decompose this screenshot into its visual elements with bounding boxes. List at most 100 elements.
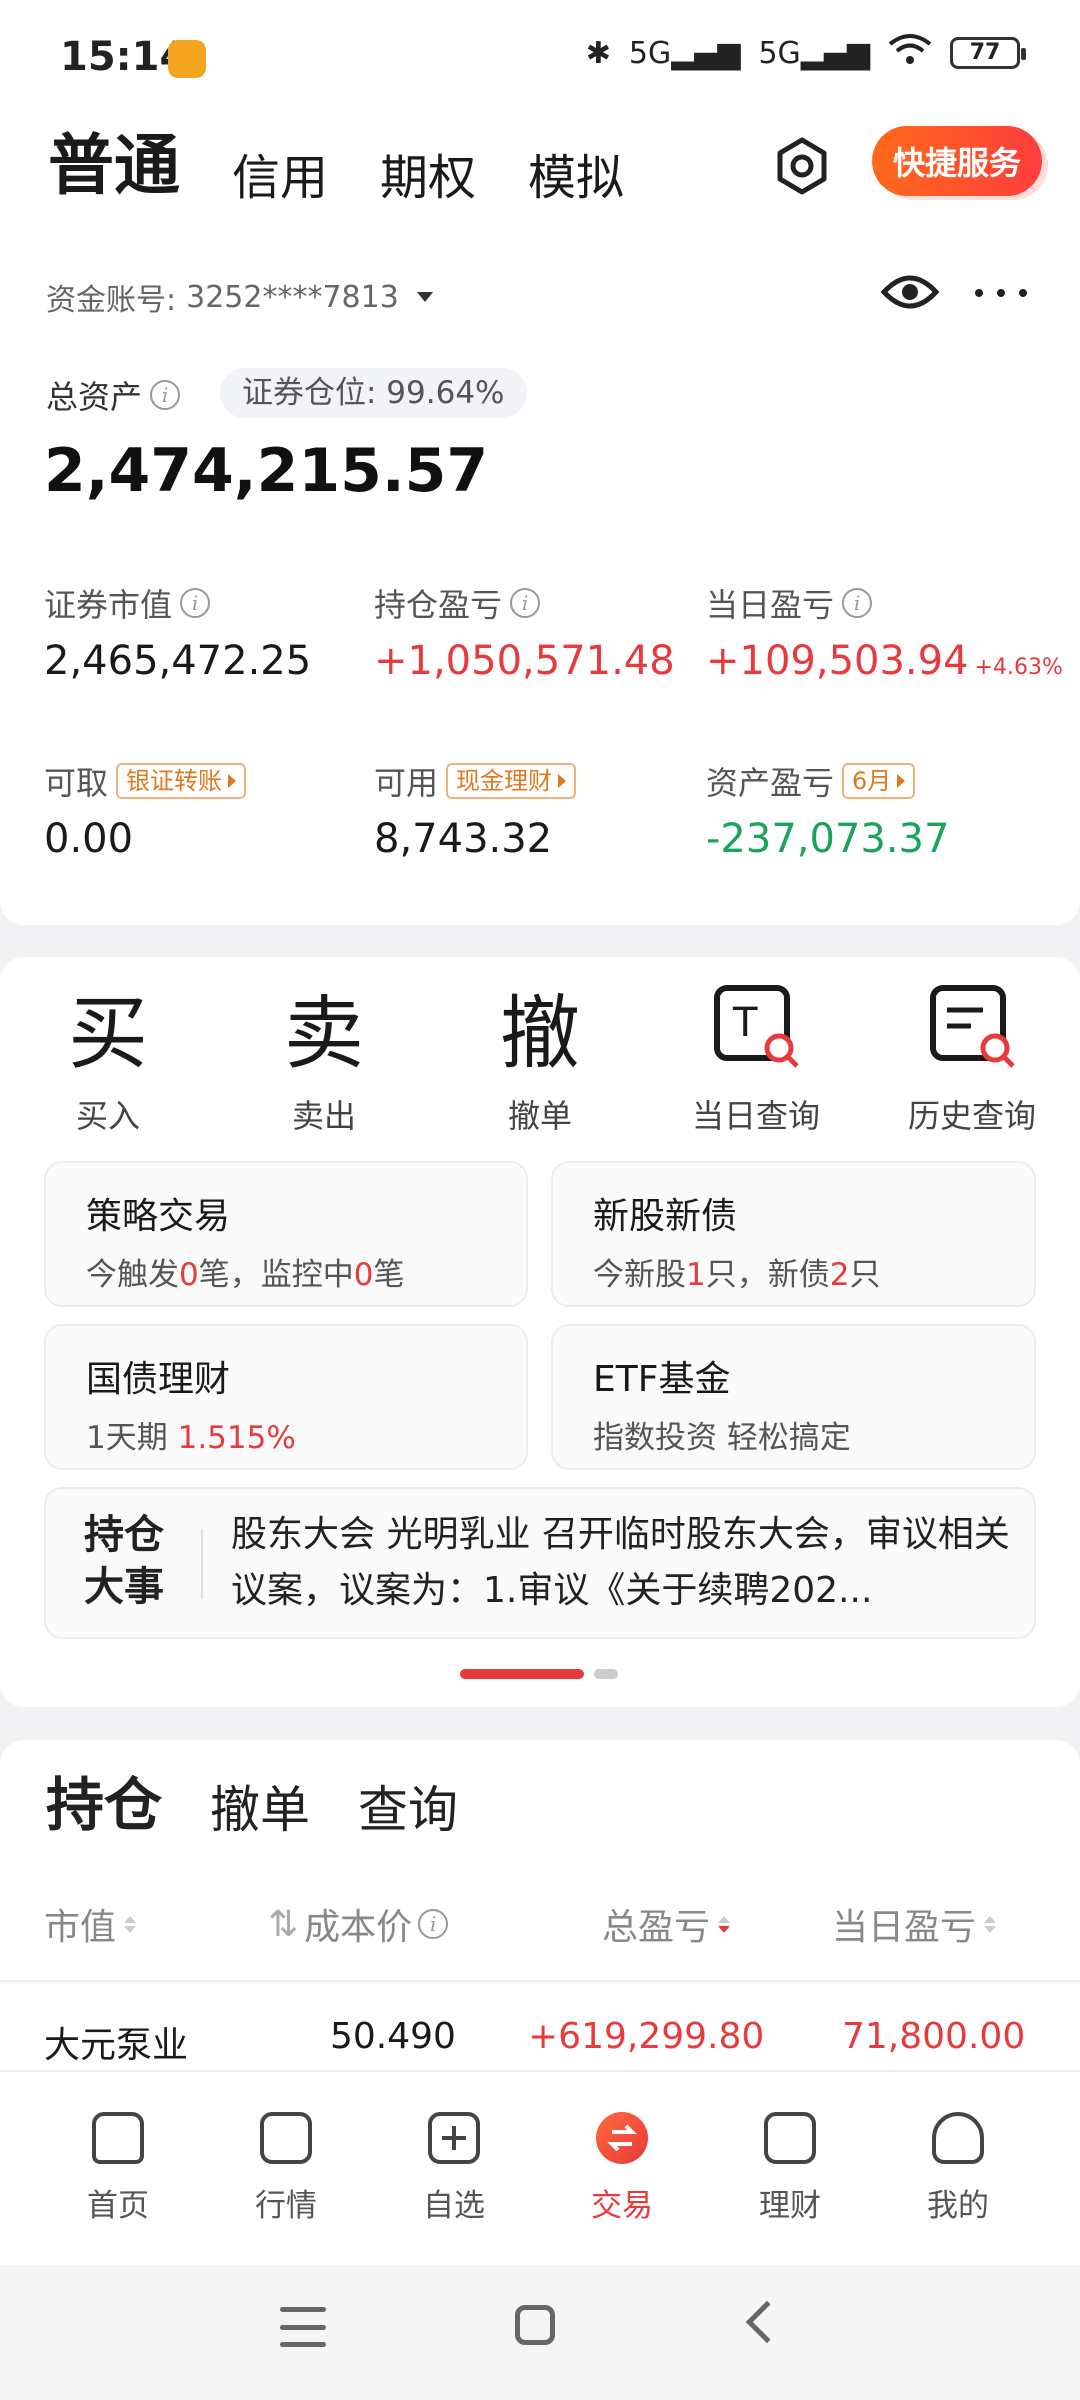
account-selector[interactable]: 资金账号: 3252****7813 bbox=[46, 275, 433, 319]
info-icon[interactable]: i bbox=[150, 380, 181, 410]
menu-icon[interactable] bbox=[280, 2307, 326, 2347]
nav-watchlist[interactable]: 自选 bbox=[374, 2112, 534, 2225]
sell-label: 卖出 bbox=[291, 1097, 356, 1135]
daily-pl-percent: +4.63% bbox=[974, 655, 1063, 680]
account-number: 3252****7813 bbox=[186, 279, 399, 315]
tab-credit[interactable]: 信用 bbox=[232, 138, 328, 208]
holdings-news-label: 持仓 大事 bbox=[84, 1512, 164, 1610]
stock-name: 大元泵业 bbox=[44, 2025, 189, 2066]
signal-icon-1: 5G▂▄▆ bbox=[628, 35, 741, 71]
column-market-value[interactable]: 市值 bbox=[44, 1898, 137, 1950]
nav-trade[interactable]: 交易 bbox=[542, 2112, 702, 2225]
withdrawable-metric: 可取 银证转账 0.00 bbox=[44, 758, 247, 862]
bottom-navigation: 首页 行情 自选 交易 理财 我的 bbox=[0, 2070, 1080, 2265]
daily-pl: 71,800.00 bbox=[842, 2016, 1026, 2057]
ipo-bonds-card[interactable]: 新股新债 今新股1只，新债2只 bbox=[551, 1161, 1036, 1307]
withdrawable-value: 0.00 bbox=[44, 816, 134, 862]
holdings-tabs: 持仓 撤单 查询 bbox=[43, 1758, 458, 1842]
column-swap-icon: ⇅ bbox=[268, 1903, 299, 1945]
column-daily-pl[interactable]: 当日盈亏 bbox=[832, 1898, 997, 1950]
tab-query[interactable]: 查询 bbox=[358, 1770, 458, 1842]
holdings-news-text: 股东大会 光明乳业 召开临时股东大会，审议相关议案，议案为：1.审议《关于续聘2… bbox=[231, 1514, 1010, 1611]
info-icon[interactable]: i bbox=[180, 588, 211, 618]
etf-title: ETF基金 bbox=[593, 1359, 731, 1400]
info-icon[interactable]: i bbox=[418, 1909, 449, 1939]
history-query-icon bbox=[872, 977, 1072, 1077]
signal-icon-2: 5G▂▄▆ bbox=[758, 35, 870, 71]
holdings-news-card[interactable]: 持仓 大事 股东大会 光明乳业 召开临时股东大会，审议相关议案，议案为：1.审议《… bbox=[44, 1487, 1036, 1639]
ipo-title: 新股新债 bbox=[593, 1196, 738, 1237]
sell-button[interactable]: 卖 卖出 bbox=[224, 977, 424, 1137]
tab-orders[interactable]: 撤单 bbox=[210, 1770, 310, 1842]
user-icon bbox=[932, 2112, 984, 2164]
status-bar: 15:14 ✱ 5G▂▄▆ 5G▂▄▆ 77 bbox=[0, 0, 1080, 100]
cancel-order-icon: 撤 bbox=[500, 987, 580, 1080]
wifi-icon bbox=[888, 32, 932, 74]
daily-query-button[interactable]: T 当日查询 bbox=[656, 977, 856, 1137]
history-query-label: 历史查询 bbox=[907, 1097, 1036, 1135]
tab-normal[interactable]: 普通 bbox=[44, 112, 180, 208]
market-value-metric: 证券市值 i 2,465,472.25 bbox=[44, 586, 312, 684]
available-metric: 可用 现金理财 8,743.32 bbox=[374, 758, 577, 862]
more-options-icon[interactable] bbox=[975, 278, 1027, 308]
settings-icon[interactable] bbox=[772, 136, 832, 196]
available-value: 8,743.32 bbox=[374, 816, 553, 862]
app-notification-icon bbox=[168, 40, 206, 78]
daily-pl-value: +109,503.94 bbox=[706, 638, 969, 684]
sort-icon bbox=[124, 1915, 137, 1933]
asset-pl-metric: 资产盈亏 6月 -237,073.37 bbox=[706, 763, 950, 862]
nav-market[interactable]: 行情 bbox=[206, 2112, 366, 2225]
buy-button[interactable]: 买 买入 bbox=[8, 977, 208, 1137]
svg-text:T: T bbox=[732, 1000, 758, 1046]
buy-icon: 买 bbox=[68, 987, 148, 1080]
strategy-trading-card[interactable]: 策略交易 今触发0笔，监控中0笔 bbox=[44, 1161, 528, 1307]
column-total-pl[interactable]: 总盈亏 bbox=[602, 1898, 731, 1950]
asset-pl-value: -237,073.37 bbox=[706, 816, 950, 862]
home-button-icon[interactable] bbox=[515, 2305, 555, 2345]
sort-icon bbox=[984, 1915, 997, 1933]
etf-fund-card[interactable]: ETF基金 指数投资 轻松搞定 bbox=[551, 1324, 1036, 1470]
quick-service-button[interactable]: 快捷服务 bbox=[872, 126, 1042, 196]
bank-transfer-tag[interactable]: 银证转账 bbox=[116, 763, 247, 799]
tab-options[interactable]: 期权 bbox=[380, 138, 476, 208]
cancel-order-button[interactable]: 撤 撤单 bbox=[440, 977, 640, 1137]
divider bbox=[201, 1529, 203, 1599]
nav-profile[interactable]: 我的 bbox=[878, 2112, 1038, 2225]
info-icon[interactable]: i bbox=[842, 588, 873, 618]
nav-home[interactable]: 首页 bbox=[38, 2112, 198, 2225]
daily-pl-metric: 当日盈亏 i +109,503.94 +4.63% bbox=[706, 586, 1063, 684]
treasury-bond-card[interactable]: 国债理财 1天期 1.515% bbox=[44, 1324, 528, 1470]
eye-icon[interactable] bbox=[880, 270, 940, 314]
position-pl-value: +1,050,571.48 bbox=[374, 638, 675, 684]
total-assets-value: 2,474,215.57 bbox=[44, 436, 489, 506]
buy-label: 买入 bbox=[75, 1097, 140, 1135]
month-selector-tag[interactable]: 6月 bbox=[842, 763, 916, 799]
account-summary-card: 普通 信用 期权 模拟 快捷服务 资金账号: 3252****7813 总资产 i… bbox=[0, 100, 1080, 925]
tab-simulation[interactable]: 模拟 bbox=[528, 138, 624, 208]
history-query-button[interactable]: 历史查询 bbox=[872, 977, 1072, 1137]
tab-holdings[interactable]: 持仓 bbox=[43, 1758, 162, 1842]
cash-management-tag[interactable]: 现金理财 bbox=[446, 763, 577, 799]
plus-square-icon bbox=[428, 2112, 480, 2164]
battery-icon: 77 bbox=[950, 37, 1026, 69]
total-pl: +619,299.80 bbox=[528, 2016, 765, 2057]
chevron-down-icon bbox=[416, 292, 433, 302]
cancel-order-label: 撤单 bbox=[507, 1097, 572, 1135]
strategy-title: 策略交易 bbox=[86, 1196, 231, 1237]
home-icon bbox=[92, 2112, 144, 2164]
daily-query-icon: T bbox=[656, 977, 856, 1077]
carousel-indicator bbox=[460, 1669, 618, 1679]
sort-icon bbox=[718, 1915, 731, 1933]
account-type-tabs: 普通 信用 期权 模拟 bbox=[44, 112, 624, 208]
column-cost-price[interactable]: ⇅ 成本价 i bbox=[268, 1898, 449, 1950]
bluetooth-icon: ✱ bbox=[585, 35, 611, 71]
info-icon[interactable]: i bbox=[510, 588, 541, 618]
trade-actions-card: 买 买入 卖 卖出 撤 撤单 T 当日查询 历史查询 策略交易 今触发0笔，监控… bbox=[0, 957, 1080, 1707]
nav-wealth[interactable]: 理财 bbox=[710, 2112, 870, 2225]
total-assets-label: 总资产 i bbox=[46, 372, 181, 418]
status-icons: ✱ 5G▂▄▆ 5G▂▄▆ 77 bbox=[585, 32, 1026, 74]
daily-query-label: 当日查询 bbox=[691, 1097, 820, 1135]
back-icon[interactable] bbox=[745, 2300, 789, 2344]
etf-subtitle: 指数投资 轻松搞定 bbox=[593, 1420, 851, 1456]
table-row[interactable]: 大元泵业 50.490 +619,299.80 71,800.00 bbox=[0, 1982, 1080, 2070]
